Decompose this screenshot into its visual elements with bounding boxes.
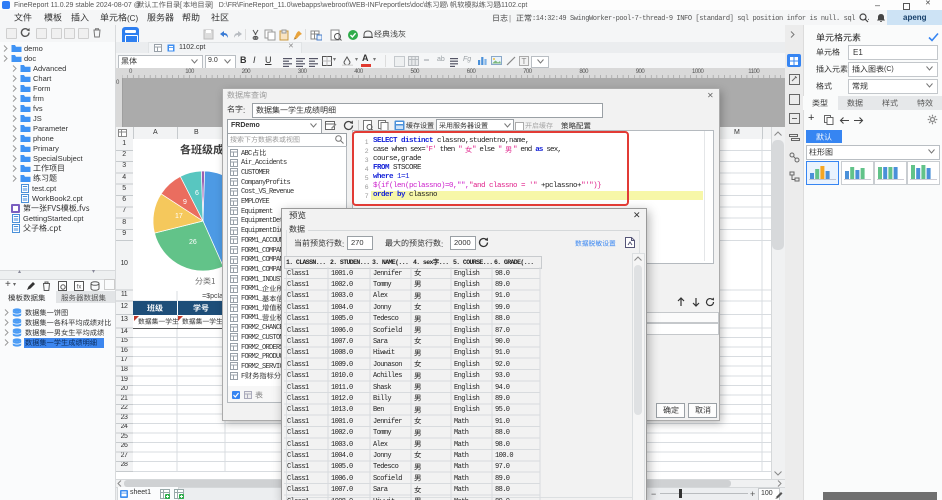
svg-text:T: T bbox=[522, 57, 527, 66]
svg-text:fx: fx bbox=[77, 285, 82, 291]
